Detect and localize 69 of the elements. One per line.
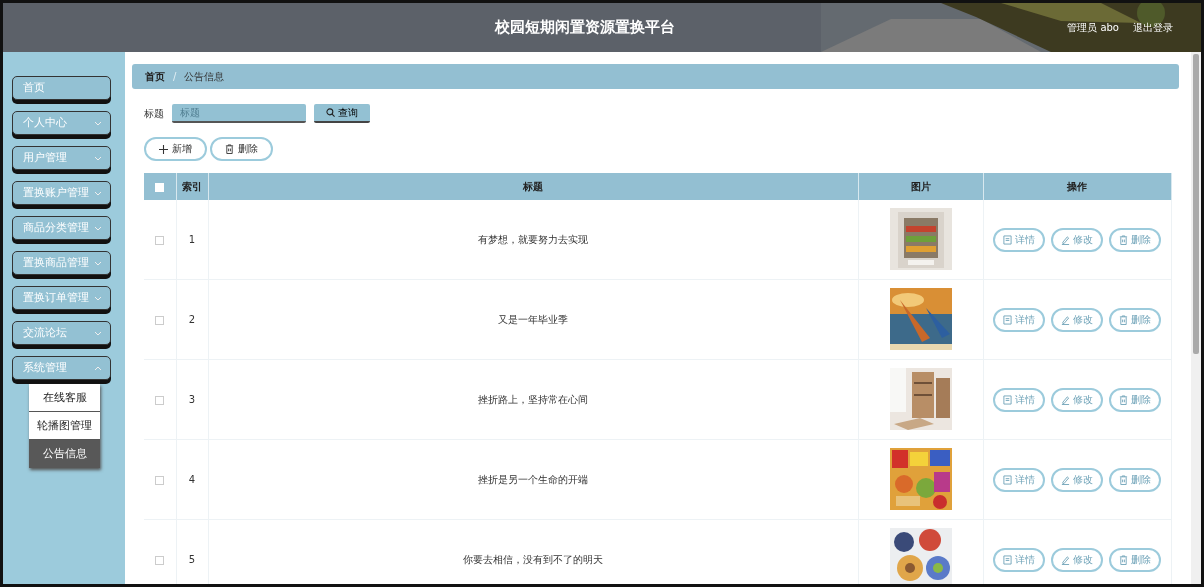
submenu-item[interactable]: 在线客服	[29, 384, 100, 412]
table-cell: 5	[176, 519, 208, 584]
detail-button[interactable]: 详情	[993, 387, 1045, 412]
document-icon	[1003, 554, 1012, 565]
table-cell: 4	[176, 439, 208, 520]
document-icon	[1003, 474, 1012, 485]
select-all-checkbox[interactable]	[155, 182, 165, 192]
column-header: 操作	[983, 173, 1171, 200]
trash-icon	[225, 144, 234, 154]
delete-button[interactable]: 删除	[1109, 387, 1161, 412]
row-checkbox[interactable]	[155, 395, 165, 405]
scrollbar-thumb[interactable]	[1193, 54, 1199, 354]
breadcrumb-item: 公告信息	[184, 69, 225, 84]
row-checkbox[interactable]	[155, 475, 165, 485]
table-cell: 有梦想，就要努力去实现	[208, 200, 858, 280]
column-header: 索引	[176, 173, 208, 200]
breadcrumb-separator: /	[173, 71, 177, 82]
edit-button[interactable]: 修改	[1051, 227, 1103, 252]
add-button[interactable]: 新增	[144, 137, 207, 161]
edit-button[interactable]: 修改	[1051, 467, 1103, 492]
logout-link[interactable]: 退出登录	[1133, 20, 1173, 35]
submenu-item[interactable]: 公告信息	[29, 440, 100, 468]
delete-button[interactable]: 删除	[1109, 467, 1161, 492]
pencil-icon	[1061, 554, 1070, 565]
detail-button[interactable]: 详情	[993, 227, 1045, 252]
delete-button[interactable]: 删除	[1109, 227, 1161, 252]
column-header: 图片	[858, 173, 983, 200]
trash-icon	[1119, 234, 1128, 245]
edit-button[interactable]: 修改	[1051, 547, 1103, 572]
table-cell: 挫折路上，坚持常在心间	[208, 359, 858, 440]
trash-icon	[1119, 394, 1128, 405]
document-icon	[1003, 234, 1012, 245]
pencil-icon	[1061, 234, 1070, 245]
plus-icon	[159, 144, 168, 154]
detail-button[interactable]: 详情	[993, 307, 1045, 332]
delete-button[interactable]: 删除	[1109, 547, 1161, 572]
search-field[interactable]: 标题	[172, 104, 306, 123]
detail-button[interactable]: 详情	[993, 467, 1045, 492]
table-cell: 你要去相信，没有到不了的明天	[208, 519, 858, 584]
table-cell: 3	[176, 359, 208, 440]
pencil-icon	[1061, 314, 1070, 325]
search-icon	[326, 108, 335, 117]
row-checkbox[interactable]	[155, 555, 165, 565]
breadcrumb-item[interactable]: 首页	[145, 69, 165, 84]
submenu-item[interactable]: 轮播图管理	[29, 412, 100, 440]
trash-icon	[1119, 474, 1128, 485]
scrollbar[interactable]	[1191, 52, 1201, 584]
pencil-icon	[1061, 474, 1070, 485]
trash-icon	[1119, 554, 1128, 565]
document-icon	[1003, 314, 1012, 325]
user-name: 管理员 abo	[1067, 20, 1119, 35]
delete-button[interactable]: 删除	[210, 137, 273, 161]
table-cell: 又是一年毕业季	[208, 279, 858, 360]
document-icon	[1003, 394, 1012, 405]
detail-button[interactable]: 详情	[993, 547, 1045, 572]
delete-button[interactable]: 删除	[1109, 307, 1161, 332]
app-title: 校园短期闲置资源置换平台	[493, 18, 677, 37]
search-button[interactable]: 查询	[314, 104, 370, 123]
table-cell: 挫折是另一个生命的开端	[208, 439, 858, 520]
edit-button[interactable]: 修改	[1051, 307, 1103, 332]
table-cell: 2	[176, 279, 208, 360]
row-checkbox[interactable]	[155, 235, 165, 245]
edit-button[interactable]: 修改	[1051, 387, 1103, 412]
table-cell: 1	[176, 200, 208, 280]
row-checkbox[interactable]	[155, 315, 165, 325]
column-header: 标题	[208, 173, 858, 200]
trash-icon	[1119, 314, 1128, 325]
pencil-icon	[1061, 394, 1070, 405]
search-label: 标题	[144, 106, 164, 121]
